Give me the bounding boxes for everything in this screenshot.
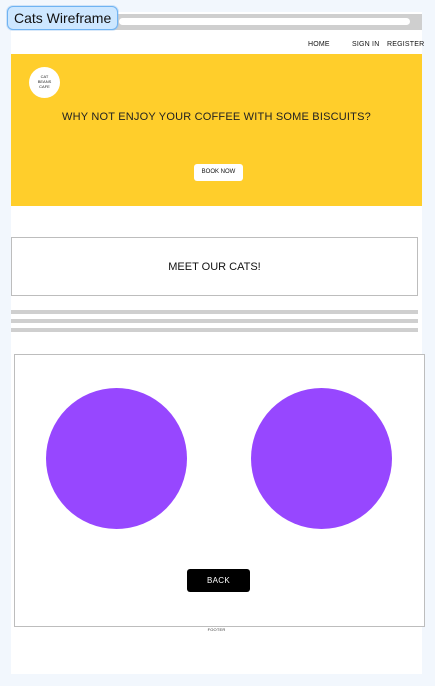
text-placeholder-line	[11, 310, 418, 314]
cat-photo-placeholder[interactable]	[46, 388, 187, 529]
nav-sign-in-link[interactable]: SIGN IN	[352, 41, 379, 48]
top-nav: HOME SIGN IN REGISTER	[11, 37, 424, 53]
hero-banner: CAT BEANS CAFE WHY NOT ENJOY YOUR COFFEE…	[11, 54, 422, 206]
nav-home-link[interactable]: HOME	[308, 41, 330, 48]
cafe-logo[interactable]: CAT BEANS CAFE	[29, 67, 60, 98]
page: HOME SIGN IN REGISTER CAT BEANS CAFE WHY…	[11, 12, 425, 674]
cats-gallery: BACK	[14, 354, 425, 627]
footer-label: FOOTER	[207, 627, 226, 632]
meet-our-cats-section: MEET OUR CATS!	[11, 237, 418, 296]
text-placeholder-line	[11, 328, 418, 332]
nav-register-link[interactable]: REGISTER	[387, 41, 424, 48]
cat-photo-placeholder[interactable]	[251, 388, 392, 529]
book-now-button[interactable]: BOOK NOW	[194, 164, 243, 181]
wireframe-canvas: Cats Wireframe HOME SIGN IN REGISTER CAT…	[0, 0, 435, 686]
hero-heading: WHY NOT ENJOY YOUR COFFEE WITH SOME BISC…	[62, 111, 371, 123]
meet-our-cats-heading: MEET OUR CATS!	[168, 261, 261, 273]
frame-title[interactable]: Cats Wireframe	[7, 6, 119, 30]
text-placeholder-line	[11, 319, 418, 323]
back-button[interactable]: BACK	[187, 569, 250, 592]
address-bar[interactable]	[119, 18, 410, 25]
